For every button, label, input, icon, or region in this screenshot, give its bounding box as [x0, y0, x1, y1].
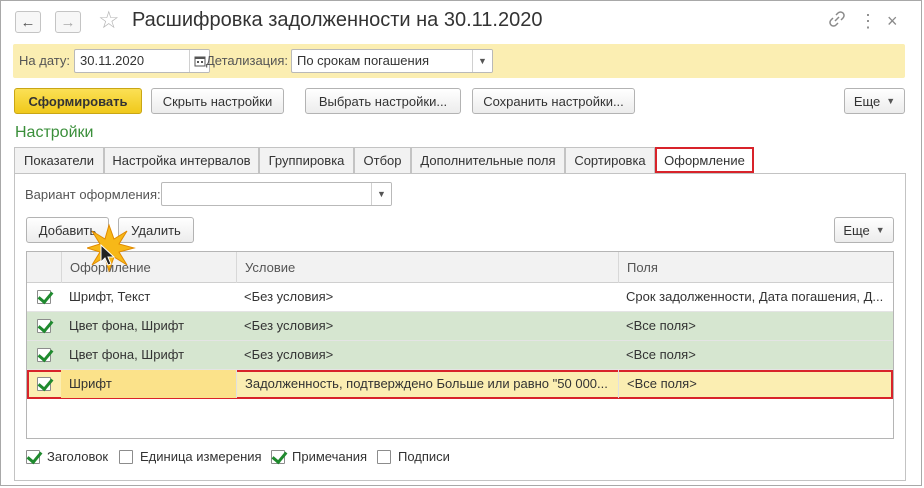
row-fields: <Все поля> [626, 318, 696, 333]
row-condition: <Без условия> [244, 289, 334, 304]
tab-extra-fields[interactable]: Дополнительные поля [411, 147, 565, 174]
title-bar: ← → ☆ Расшифровка задолженности на 30.11… [1, 1, 921, 41]
variant-select[interactable]: ▼ [161, 182, 392, 206]
report-window: ← → ☆ Расшифровка задолженности на 30.11… [0, 0, 922, 486]
row-format: Цвет фона, Шрифт [69, 347, 185, 362]
row-enabled-checkbox[interactable] [37, 377, 51, 391]
tab-appearance[interactable]: Оформление [655, 147, 754, 173]
more-label: Еще [853, 93, 881, 109]
column-header-fields[interactable]: Поля [618, 252, 893, 283]
row-enabled-checkbox[interactable] [37, 290, 51, 304]
notes-checkbox[interactable] [271, 450, 285, 464]
row-fields: Срок задолженности, Дата погашения, Д... [626, 289, 884, 304]
row-condition: <Без условия> [244, 347, 334, 362]
arrow-right-icon: → [60, 13, 76, 31]
tab-grouping[interactable]: Группировка [259, 147, 354, 174]
row-condition: Задолженность, подтверждено Больше или р… [236, 370, 618, 398]
dropdown-arrow-icon[interactable]: ▼ [472, 50, 492, 72]
date-field[interactable]: 30.11.2020 [74, 49, 210, 73]
settings-title: Настройки [15, 124, 94, 141]
filter-bar: На дату: 30.11.2020 Детализация: По срок… [13, 44, 905, 78]
chevron-down-icon: ▼ [886, 96, 896, 106]
detail-label: Детализация: [206, 53, 289, 68]
detail-value: По срокам погашения [297, 53, 429, 68]
tab-sorting[interactable]: Сортировка [565, 147, 655, 174]
chevron-down-icon: ▼ [875, 225, 885, 235]
hide-settings-button[interactable]: Скрыть настройки [151, 88, 284, 114]
close-icon[interactable]: × [887, 11, 898, 31]
mouse-cursor-icon [100, 244, 116, 266]
date-label: На дату: [19, 53, 70, 68]
panel-more-label: Еще [843, 222, 870, 238]
signatures-checkbox[interactable] [377, 450, 391, 464]
table-row[interactable]: Цвет фона, Шрифт <Без условия> <Все поля… [27, 312, 893, 341]
table-row-selected[interactable]: Шрифт Задолженность, подтверждено Больше… [27, 370, 893, 399]
appearance-table: Оформление Условие Поля Шрифт, Текст <Бе… [26, 251, 894, 439]
notes-checkbox-label[interactable]: Примечания [292, 449, 367, 464]
window-title: Расшифровка задолженности на 30.11.2020 [132, 9, 543, 31]
date-value: 30.11.2020 [80, 53, 145, 68]
row-fields: <Все поля> [618, 370, 893, 398]
row-enabled-checkbox[interactable] [37, 348, 51, 362]
more-icon[interactable]: ⋮ [859, 11, 877, 31]
table-header: Оформление Условие Поля [27, 252, 893, 283]
arrow-left-icon: ← [20, 13, 36, 31]
dropdown-arrow-icon[interactable]: ▼ [371, 183, 391, 205]
back-button[interactable]: ← [15, 11, 41, 33]
detail-select[interactable]: По срокам погашения ▼ [291, 49, 493, 73]
row-format: Цвет фона, Шрифт [69, 318, 185, 333]
forward-button[interactable]: → [55, 11, 81, 33]
favorite-star-icon[interactable]: ☆ [98, 7, 120, 35]
more-button[interactable]: Еще ▼ [844, 88, 905, 114]
row-format: Шрифт, Текст [69, 289, 151, 304]
tab-filter[interactable]: Отбор [354, 147, 411, 174]
unit-checkbox-label[interactable]: Единица измерения [140, 449, 262, 464]
panel-more-button[interactable]: Еще ▼ [834, 217, 894, 243]
header-checkbox[interactable] [26, 450, 40, 464]
variant-label: Вариант оформления: [25, 187, 161, 202]
signatures-checkbox-label[interactable]: Подписи [398, 449, 450, 464]
row-condition: <Без условия> [244, 318, 334, 333]
tab-indicators[interactable]: Показатели [14, 147, 104, 174]
row-enabled-checkbox[interactable] [37, 319, 51, 333]
header-checkbox-label[interactable]: Заголовок [47, 449, 108, 464]
unit-checkbox[interactable] [119, 450, 133, 464]
save-settings-button[interactable]: Сохранить настройки... [472, 88, 635, 114]
choose-settings-button[interactable]: Выбрать настройки... [305, 88, 461, 114]
row-format: Шрифт [61, 370, 236, 398]
link-icon[interactable] [829, 11, 845, 33]
table-row[interactable]: Шрифт, Текст <Без условия> Срок задолжен… [27, 283, 893, 312]
column-header-condition[interactable]: Условие [236, 252, 618, 283]
generate-button[interactable]: Сформировать [14, 88, 142, 114]
table-row[interactable]: Цвет фона, Шрифт <Без условия> <Все поля… [27, 341, 893, 370]
tab-intervals[interactable]: Настройка интервалов [104, 147, 259, 174]
row-fields: <Все поля> [626, 347, 696, 362]
